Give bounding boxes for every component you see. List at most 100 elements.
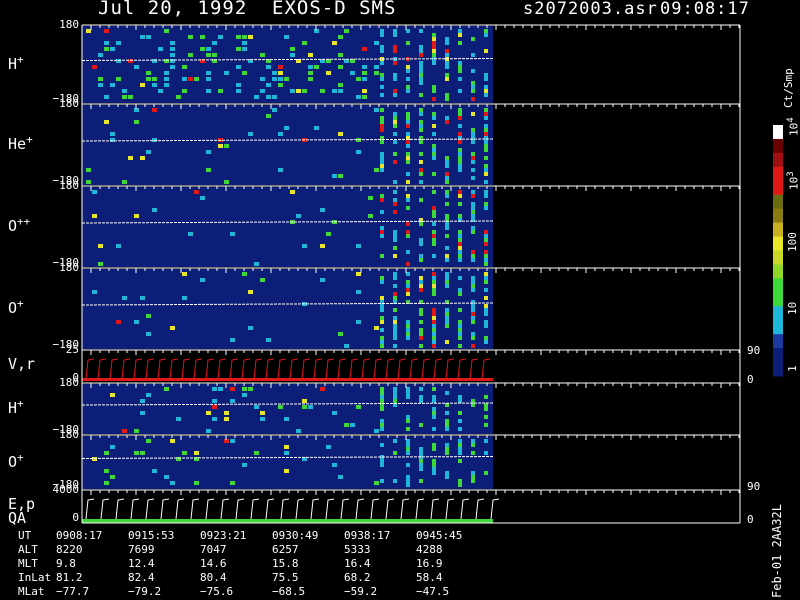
panel-label-3: O+ bbox=[8, 297, 24, 317]
cell-0 bbox=[254, 95, 259, 99]
cell-2 bbox=[458, 214, 462, 218]
cell-2 bbox=[458, 242, 462, 246]
cell-0 bbox=[356, 77, 361, 81]
cell-1 bbox=[471, 156, 475, 160]
cell-3 bbox=[458, 344, 462, 348]
cell-2 bbox=[445, 190, 449, 194]
cell-2 bbox=[458, 250, 462, 254]
cell-3 bbox=[356, 290, 361, 294]
cell-3 bbox=[419, 288, 423, 292]
cell-0 bbox=[393, 61, 397, 65]
cell-2 bbox=[406, 230, 410, 234]
cell-1 bbox=[458, 108, 462, 112]
cell-1 bbox=[122, 180, 127, 184]
cell-6 bbox=[432, 443, 436, 447]
cell-0 bbox=[86, 29, 91, 33]
cell-6 bbox=[471, 479, 475, 483]
cell-0 bbox=[445, 41, 449, 45]
cell-5 bbox=[122, 429, 127, 433]
cell-3 bbox=[419, 280, 423, 284]
panel-label-charge: + bbox=[17, 397, 24, 410]
cell-1 bbox=[484, 144, 488, 148]
cell-0 bbox=[471, 37, 475, 41]
panel-area-5 bbox=[82, 384, 493, 434]
cell-3 bbox=[380, 344, 384, 348]
cell-5 bbox=[134, 429, 139, 433]
cell-3 bbox=[134, 320, 139, 324]
cell-1 bbox=[432, 144, 436, 148]
cell-1 bbox=[432, 172, 436, 176]
cell-1 bbox=[432, 124, 436, 128]
cell-0 bbox=[362, 65, 367, 69]
colorbar-segment bbox=[773, 362, 783, 377]
cell-0 bbox=[419, 53, 423, 57]
cell-2 bbox=[393, 198, 397, 202]
cell-3 bbox=[380, 296, 384, 300]
cell-3 bbox=[484, 336, 488, 340]
panel-label-6: O+ bbox=[8, 450, 24, 471]
cell-5 bbox=[380, 419, 384, 423]
cell-0 bbox=[374, 65, 379, 69]
panel-label-charge: + bbox=[17, 297, 24, 310]
cell-1 bbox=[206, 150, 211, 154]
cell-0 bbox=[266, 65, 271, 69]
cell-0 bbox=[206, 71, 211, 75]
cell-3 bbox=[406, 336, 410, 340]
cell-5 bbox=[380, 407, 384, 411]
cell-3 bbox=[445, 340, 449, 344]
cell-2 bbox=[445, 222, 449, 226]
colorbar-label: Ct/Smp bbox=[782, 68, 795, 108]
cell-0 bbox=[419, 29, 423, 33]
cell-1 bbox=[218, 144, 223, 148]
cell-1 bbox=[484, 108, 488, 112]
cell-0 bbox=[362, 77, 367, 81]
cell-1 bbox=[406, 160, 410, 164]
cell-6 bbox=[458, 451, 462, 455]
cell-0 bbox=[152, 59, 157, 63]
y-tick-max-2: 180 bbox=[59, 179, 79, 192]
cell-3 bbox=[471, 280, 475, 284]
cell-0 bbox=[484, 93, 488, 97]
cell-3 bbox=[419, 336, 423, 340]
cell-1 bbox=[471, 152, 475, 156]
cell-0 bbox=[308, 71, 313, 75]
cell-3 bbox=[356, 272, 361, 276]
cell-6 bbox=[374, 481, 379, 485]
cell-0 bbox=[206, 47, 211, 51]
cell-0 bbox=[471, 97, 475, 101]
cell-0 bbox=[350, 71, 355, 75]
cell-0 bbox=[432, 41, 436, 45]
cell-6 bbox=[194, 481, 199, 485]
cell-0 bbox=[236, 83, 241, 87]
cell-5 bbox=[484, 395, 488, 399]
cell-0 bbox=[104, 95, 109, 99]
cell-2 bbox=[445, 234, 449, 238]
ephem-value: 68.2 bbox=[344, 571, 371, 584]
cell-3 bbox=[406, 288, 410, 292]
cell-0 bbox=[206, 89, 211, 93]
cell-3 bbox=[458, 276, 462, 280]
ephem-value: 5333 bbox=[344, 543, 371, 556]
panel-area-3 bbox=[82, 269, 493, 349]
cell-1 bbox=[484, 180, 488, 184]
cell-1 bbox=[419, 112, 423, 116]
cell-3 bbox=[471, 316, 475, 320]
cell-0 bbox=[236, 47, 241, 51]
ephem-value: −47.5 bbox=[416, 585, 450, 598]
cell-6 bbox=[406, 439, 410, 443]
cell-0 bbox=[432, 89, 436, 93]
cell-0 bbox=[98, 83, 103, 87]
cell-5 bbox=[176, 417, 181, 421]
cell-6 bbox=[445, 475, 449, 479]
cell-1 bbox=[380, 156, 384, 160]
colorbar-segment bbox=[773, 278, 783, 293]
cell-0 bbox=[332, 41, 337, 45]
cell-1 bbox=[146, 150, 151, 154]
cell-0 bbox=[242, 47, 247, 51]
cell-1 bbox=[445, 116, 449, 120]
cell-3 bbox=[471, 304, 475, 308]
cell-6 bbox=[458, 439, 462, 443]
cell-3 bbox=[182, 272, 187, 276]
right-tick-bottom-4: 0 bbox=[747, 373, 754, 386]
cell-3 bbox=[432, 340, 436, 344]
